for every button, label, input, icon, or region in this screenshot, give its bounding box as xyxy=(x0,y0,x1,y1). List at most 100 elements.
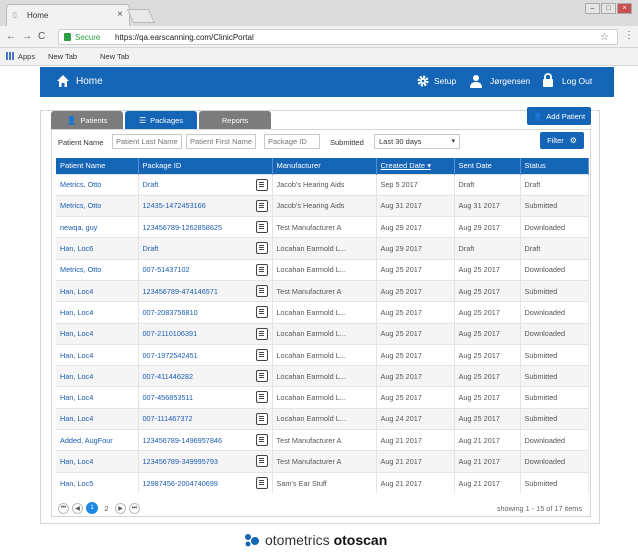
back-icon[interactable]: ← xyxy=(6,31,16,42)
table-row[interactable]: Han, Loc4 007-456853511 Locahan Earmold L.… xyxy=(56,386,589,409)
cell-patient-name[interactable]: Han, Loc4 xyxy=(56,386,139,409)
logout-lock-icon[interactable] xyxy=(542,73,554,88)
cell-package-id[interactable]: 123456789-1262858625 xyxy=(138,216,273,238)
col-sent-date[interactable]: Sent Date xyxy=(454,158,521,174)
col-patient-name[interactable]: Patient Name xyxy=(56,158,139,174)
submitted-select[interactable]: Last 30 days ▾ xyxy=(374,134,460,149)
apps-grid-icon[interactable] xyxy=(6,52,14,60)
tab-close-icon[interactable]: × xyxy=(117,9,123,20)
package-id-link[interactable]: 007-111467372 xyxy=(143,414,193,423)
add-patient-button[interactable]: 👤 Add Patient xyxy=(527,107,591,125)
cell-package-id[interactable]: 007-456853511 xyxy=(138,386,273,409)
package-id-link[interactable]: 12987456-2004740699 xyxy=(143,479,218,488)
package-document-icon[interactable] xyxy=(255,455,268,468)
cell-patient-name[interactable]: Han, Loc4 xyxy=(56,407,139,430)
package-document-icon[interactable] xyxy=(255,221,268,234)
gear-icon[interactable] xyxy=(416,74,430,88)
cell-package-id[interactable]: 123456789-474146571 xyxy=(138,279,273,302)
package-document-icon[interactable] xyxy=(255,476,268,489)
package-id-link[interactable]: 007-2083756810 xyxy=(143,308,198,317)
table-row[interactable]: Added, AugFour 123456789-1496957846 Test M… xyxy=(56,429,589,451)
filter-button[interactable]: Filter ⚙ xyxy=(540,132,584,149)
package-id-link[interactable]: 007-1972542451 xyxy=(143,351,198,360)
table-row[interactable]: Han, Loc4 123456789-349995793 Test Manufac… xyxy=(56,450,589,473)
cell-patient-name[interactable]: Han, Loc6 xyxy=(56,237,139,260)
cell-package-id[interactable]: 007-111467372 xyxy=(138,407,273,430)
page-2-button[interactable]: 2 xyxy=(101,503,112,514)
col-status[interactable]: Status xyxy=(520,158,589,174)
maximize-icon[interactable]: □ xyxy=(601,3,616,14)
next-page-icon[interactable]: ▶ xyxy=(115,502,126,514)
col-manufacturer[interactable]: Manufacturer xyxy=(272,158,377,174)
cell-patient-name[interactable]: Added, AugFour xyxy=(56,429,139,451)
patient-first-name-input[interactable] xyxy=(186,134,256,149)
cell-patient-name[interactable]: Han, Loc4 xyxy=(56,365,139,387)
package-document-icon[interactable] xyxy=(255,306,268,319)
cell-package-id[interactable]: Draft xyxy=(138,173,273,196)
home-icon[interactable] xyxy=(56,74,70,88)
table-row[interactable]: Han, Loc4 007-411446282 Locahan Earmold L.… xyxy=(56,365,589,387)
package-id-link[interactable]: 007-2110106391 xyxy=(143,329,198,338)
table-row[interactable]: Han, Loc4 007-2083756810 Locahan Earmold L… xyxy=(56,301,589,324)
table-row[interactable]: newqa, guy 123456789-1262858625 Test Manuf… xyxy=(56,216,589,238)
package-document-icon[interactable] xyxy=(255,348,268,361)
table-row[interactable]: Metrics, Otto 007-51437102 Locahan Earmold… xyxy=(56,258,589,281)
package-id-link[interactable]: 123456789-1496957846 xyxy=(143,436,223,445)
tab-patients[interactable]: 👤 Patients xyxy=(51,111,123,129)
table-row[interactable]: Han, Loc4 007-1972542451 Locahan Earmold L… xyxy=(56,343,589,366)
package-document-icon[interactable] xyxy=(255,412,268,425)
home-link[interactable]: Home xyxy=(76,76,103,87)
minimize-icon[interactable]: – xyxy=(585,3,600,14)
package-id-link[interactable]: 123456789-349995793 xyxy=(143,457,218,466)
cell-package-id[interactable]: 007-411446282 xyxy=(138,365,273,387)
new-tab-button[interactable] xyxy=(126,9,156,23)
cell-patient-name[interactable]: Metrics, Otto xyxy=(56,258,139,281)
url-text[interactable]: https://qa.earscanning.com/ClinicPortal xyxy=(115,33,254,42)
user-name[interactable]: Jørgensen xyxy=(490,76,530,86)
cell-package-id[interactable]: Draft xyxy=(138,237,273,260)
last-page-icon[interactable]: ⏭ xyxy=(129,502,140,514)
package-document-icon[interactable] xyxy=(255,178,268,191)
table-row[interactable]: Metrics, Otto 12435-1472453166 Jacob's Hea… xyxy=(56,194,589,217)
first-page-icon[interactable]: ⏮ xyxy=(58,502,69,514)
cell-patient-name[interactable]: Metrics, Otto xyxy=(56,173,139,196)
table-row[interactable]: Metrics, Otto Draft Jacob's Hearing Aids Se… xyxy=(56,173,589,196)
cell-patient-name[interactable]: Han, Loc4 xyxy=(56,322,139,345)
package-id-link[interactable]: 007-456853511 xyxy=(143,393,194,402)
package-document-icon[interactable] xyxy=(255,434,268,447)
package-document-icon[interactable] xyxy=(255,199,268,212)
cell-patient-name[interactable]: Han, Loc5 xyxy=(56,471,139,494)
col-created-date[interactable]: Created Date ▾ xyxy=(376,158,455,174)
patient-last-name-input[interactable] xyxy=(112,134,182,149)
cell-patient-name[interactable]: Metrics, Otto xyxy=(56,194,139,217)
logout-link[interactable]: Log Out xyxy=(562,76,592,86)
package-id-link[interactable]: 123456789-474146571 xyxy=(143,287,218,296)
cell-patient-name[interactable]: Han, Loc4 xyxy=(56,301,139,324)
package-id-input[interactable] xyxy=(264,134,320,149)
cell-package-id[interactable]: 123456789-349995793 xyxy=(138,450,273,473)
col-package-id[interactable]: Package ID xyxy=(138,158,273,174)
package-id-link[interactable]: 007-51437102 xyxy=(143,265,190,274)
cell-package-id[interactable]: 007-1972542451 xyxy=(138,343,273,366)
package-id-link[interactable]: 12435-1472453166 xyxy=(143,201,206,210)
tab-packages[interactable]: ☰ Packages xyxy=(125,111,197,129)
address-bar[interactable]: Secure https://qa.earscanning.com/Clinic… xyxy=(58,29,618,45)
window-close-icon[interactable]: × xyxy=(617,3,632,14)
package-document-icon[interactable] xyxy=(255,327,268,340)
package-id-link[interactable]: Draft xyxy=(143,180,159,189)
cell-package-id[interactable]: 12435-1472453166 xyxy=(138,194,273,217)
cell-patient-name[interactable]: Han, Loc4 xyxy=(56,279,139,302)
cell-package-id[interactable]: 123456789-1496957846 xyxy=(138,429,273,451)
cell-package-id[interactable]: 12987456-2004740699 xyxy=(138,471,273,494)
browser-menu-icon[interactable]: ⋮ xyxy=(624,30,634,41)
table-row[interactable]: Han, Loc5 12987456-2004740699 Sam's Ear St… xyxy=(56,471,589,494)
cell-package-id[interactable]: 007-2083756810 xyxy=(138,301,273,324)
table-row[interactable]: Han, Loc4 007-111467372 Locahan Earmold L.… xyxy=(56,407,589,430)
bookmark-new-tab-2[interactable]: New Tab xyxy=(100,52,129,61)
setup-link[interactable]: Setup xyxy=(434,76,456,86)
cell-patient-name[interactable]: Han, Loc4 xyxy=(56,450,139,473)
package-document-icon[interactable] xyxy=(255,370,268,383)
bookmark-new-tab-1[interactable]: New Tab xyxy=(48,52,77,61)
table-row[interactable]: Han, Loc6 Draft Locahan Earmold L... Aug 29… xyxy=(56,237,589,260)
package-document-icon[interactable] xyxy=(255,242,268,255)
